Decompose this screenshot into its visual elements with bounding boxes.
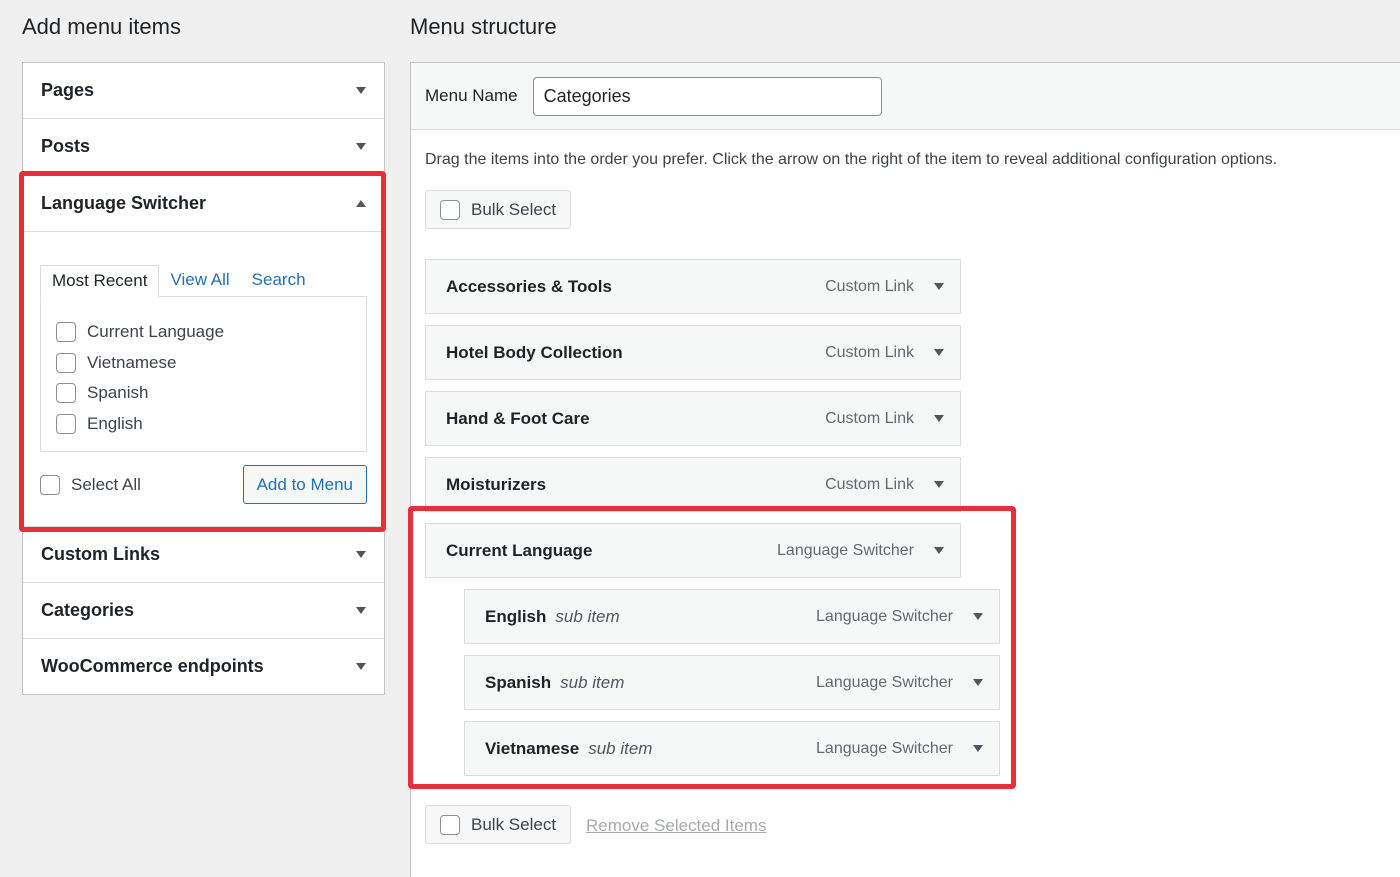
option-label: Current Language bbox=[87, 322, 225, 342]
tab-view-all[interactable]: View All bbox=[159, 265, 240, 297]
chevron-down-icon[interactable] bbox=[973, 679, 983, 686]
menu-item[interactable]: Accessories & Tools Custom Link bbox=[425, 259, 961, 314]
bulk-select-label: Bulk Select bbox=[471, 814, 557, 834]
menu-item-title: Accessories & Tools bbox=[446, 276, 612, 296]
menu-item-title: Spanish bbox=[485, 672, 552, 692]
menu-item-type: Custom Link bbox=[825, 409, 914, 427]
tab-search[interactable]: Search bbox=[241, 265, 317, 297]
select-all: Select All bbox=[40, 474, 141, 495]
menu-header: Menu Name bbox=[411, 63, 1400, 130]
chevron-down-icon[interactable] bbox=[934, 547, 944, 554]
menu-item[interactable]: Current Language Language Switcher bbox=[425, 523, 961, 578]
menu-item[interactable]: Spanish sub item Language Switcher bbox=[464, 655, 1000, 710]
option-label: English bbox=[87, 413, 143, 433]
chevron-up-icon bbox=[356, 199, 366, 207]
woocommerce-section-label: WooCommerce endpoints bbox=[41, 656, 264, 676]
language-switcher-section-toggle[interactable]: Language Switcher bbox=[23, 175, 384, 232]
accordion-section-categories: Categories bbox=[23, 583, 384, 639]
chevron-down-icon[interactable] bbox=[973, 613, 983, 620]
spanish-checkbox[interactable] bbox=[56, 383, 76, 404]
menu-instructions: Drag the items into the order you prefer… bbox=[425, 151, 1278, 168]
custom-links-section-label: Custom Links bbox=[41, 544, 161, 564]
english-checkbox[interactable] bbox=[56, 413, 76, 434]
menu-name-input[interactable] bbox=[532, 76, 882, 116]
menu-name-label: Menu Name bbox=[425, 86, 518, 105]
woocommerce-section-toggle[interactable]: WooCommerce endpoints bbox=[23, 639, 384, 694]
option-label: Spanish bbox=[87, 383, 149, 403]
option-label: Vietnamese bbox=[87, 352, 177, 372]
language-switcher-section-label: Language Switcher bbox=[41, 192, 207, 213]
accordion-section-woocommerce: WooCommerce endpoints bbox=[23, 639, 384, 694]
bulk-select-top[interactable]: Bulk Select bbox=[425, 190, 572, 229]
menu-item-type: Custom Link bbox=[825, 475, 914, 493]
sub-item-label: sub item bbox=[555, 606, 620, 626]
chevron-down-icon bbox=[356, 551, 366, 558]
menu-item-type: Language Switcher bbox=[816, 607, 953, 625]
menu-item-title: Hotel Body Collection bbox=[446, 342, 623, 362]
menu-item-type: Language Switcher bbox=[816, 673, 953, 691]
menu-item[interactable]: English sub item Language Switcher bbox=[464, 589, 1000, 644]
menu-item-title: Hand & Foot Care bbox=[446, 408, 590, 428]
menu-item-title: Vietnamese bbox=[485, 738, 580, 758]
accordion-section-pages: Pages bbox=[23, 63, 384, 119]
current-language-checkbox[interactable] bbox=[56, 322, 76, 343]
add-to-menu-button[interactable]: Add to Menu bbox=[242, 465, 367, 504]
menu-item-type: Language Switcher bbox=[816, 739, 953, 757]
bulk-select-label: Bulk Select bbox=[471, 199, 557, 219]
pages-section-toggle[interactable]: Pages bbox=[23, 63, 384, 118]
list-item: English bbox=[56, 409, 351, 440]
bulk-select-checkbox[interactable] bbox=[440, 814, 460, 835]
bulk-select-checkbox[interactable] bbox=[440, 199, 460, 220]
pages-section-label: Pages bbox=[41, 80, 95, 100]
chevron-down-icon[interactable] bbox=[973, 745, 983, 752]
remove-selected-items-link[interactable]: Remove Selected Items bbox=[586, 816, 766, 836]
menu-item[interactable]: Moisturizers Custom Link bbox=[425, 457, 961, 512]
menu-item[interactable]: Vietnamese sub item Language Switcher bbox=[464, 721, 1000, 776]
chevron-down-icon bbox=[356, 663, 366, 670]
menu-item-title: English bbox=[485, 606, 547, 626]
vietnamese-checkbox[interactable] bbox=[56, 352, 76, 373]
sub-item-label: sub item bbox=[588, 738, 653, 758]
chevron-down-icon[interactable] bbox=[934, 283, 944, 290]
chevron-down-icon[interactable] bbox=[934, 481, 944, 488]
tab-most-recent[interactable]: Most Recent bbox=[40, 265, 160, 297]
language-switcher-tabs: Most Recent View All Search bbox=[40, 265, 367, 297]
menu-structure-panel: Menu Name Drag the items into the order … bbox=[410, 62, 1400, 877]
most-recent-panel: Current Language Vietnamese Spanish Engl… bbox=[40, 296, 367, 452]
menu-item-type: Language Switcher bbox=[777, 541, 914, 559]
accordion-section-posts: Posts bbox=[23, 119, 384, 175]
menu-item[interactable]: Hand & Foot Care Custom Link bbox=[425, 391, 961, 446]
accordion-section-language-switcher: Language Switcher Most Recent View All S… bbox=[23, 175, 384, 527]
add-menu-items-title: Add menu items bbox=[22, 14, 181, 39]
sub-item-label: sub item bbox=[560, 672, 625, 692]
menu-item[interactable]: Hotel Body Collection Custom Link bbox=[425, 325, 961, 380]
menu-structure-title: Menu structure bbox=[410, 14, 557, 39]
menu-item-type: Custom Link bbox=[825, 277, 914, 295]
list-item: Vietnamese bbox=[56, 348, 351, 379]
list-item: Current Language bbox=[56, 317, 351, 348]
chevron-down-icon bbox=[356, 607, 366, 614]
posts-section-toggle[interactable]: Posts bbox=[23, 119, 384, 174]
chevron-down-icon bbox=[356, 143, 366, 150]
posts-section-label: Posts bbox=[41, 136, 91, 156]
language-switcher-footer: Select All Add to Menu bbox=[40, 465, 367, 504]
select-all-label: Select All bbox=[71, 474, 141, 494]
categories-section-toggle[interactable]: Categories bbox=[23, 583, 384, 638]
categories-section-label: Categories bbox=[41, 600, 135, 620]
custom-links-section-toggle[interactable]: Custom Links bbox=[23, 527, 384, 582]
accordion-section-custom-links: Custom Links bbox=[23, 527, 384, 583]
list-item: Spanish bbox=[56, 378, 351, 409]
language-switcher-panel: Most Recent View All Search Current Lang… bbox=[23, 232, 384, 526]
menu-item-title: Current Language bbox=[446, 540, 593, 560]
menu-item-type: Custom Link bbox=[825, 343, 914, 361]
chevron-down-icon bbox=[356, 87, 366, 94]
menu-item-title: Moisturizers bbox=[446, 474, 547, 494]
bulk-select-bottom[interactable]: Bulk Select bbox=[425, 805, 572, 844]
chevron-down-icon[interactable] bbox=[934, 349, 944, 356]
chevron-down-icon[interactable] bbox=[934, 415, 944, 422]
add-menu-items-accordion: Pages Posts Language Switcher Most Recen… bbox=[22, 62, 385, 695]
select-all-checkbox[interactable] bbox=[40, 474, 60, 495]
